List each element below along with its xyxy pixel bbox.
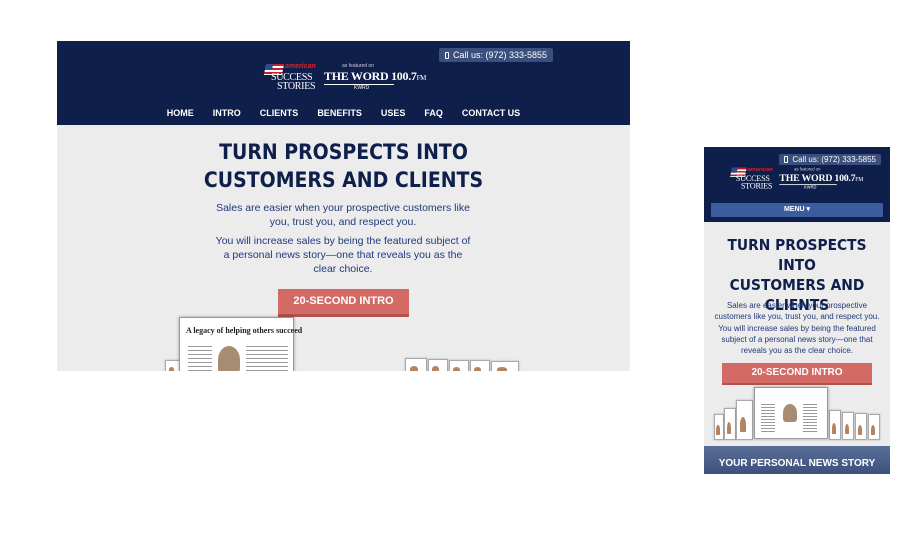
nav-faq[interactable]: FAQ [424,108,443,118]
nav-benefits[interactable]: BENEFITS [317,108,362,118]
nav-intro[interactable]: INTRO [213,108,241,118]
mobile-section-banner: YOUR PERSONAL NEWS STORY [704,446,890,474]
mobile-preview: Call us: (972) 333-5855 american SUCCESS… [704,147,890,474]
nav-home[interactable]: HOME [167,108,194,118]
call-us-button[interactable]: Call us: (972) 333-5855 [438,48,553,62]
hero-title-line2: CUSTOMERS AND CLIENTS [203,168,484,192]
mobile-call-us-label: Call us: (972) 333-5855 [792,155,876,164]
newspaper-thumb [868,414,880,440]
portrait-photo [783,404,797,422]
call-sign-text: KWRD [354,85,370,91]
american-success-stories-logo[interactable]: american SUCCESS STORIES [730,167,774,192]
newspaper-headline: A legacy of helping others succeed [186,326,303,335]
newspaper-column [803,404,817,434]
call-us-label: Call us: (972) 333-5855 [452,50,547,60]
newspaper-thumb [491,361,519,371]
nav-clients[interactable]: CLIENTS [260,108,299,118]
portrait-photo [218,346,240,371]
mobile-hero-title-line2: CUSTOMERS AND [729,276,865,294]
mobile-hero-paragraph-2: You will increase sales by being the fea… [718,324,876,355]
fm-text: FM [855,176,864,183]
fm-text: FM [416,74,427,82]
mobile-header-logos[interactable]: american SUCCESS STORIES as featured on … [730,167,863,192]
mobile-menu-button[interactable]: MENU ▾ [711,203,883,217]
screenshot-stage: Call us: (972) 333-5855 american SUCCESS… [0,0,920,539]
the-word-radio-logo: as featured on THE WORD 100.7FM KWRD [324,63,426,93]
the-word-radio-logo: as featured on THE WORD 100.7FM KWRD [779,167,863,192]
mobile-header: Call us: (972) 333-5855 american SUCCESS… [704,147,890,222]
newspaper-thumb [736,400,753,440]
mobile-call-us-button[interactable]: Call us: (972) 333-5855 [779,154,881,165]
newspaper-column [270,346,288,371]
intro-video-button[interactable]: 20-SECOND INTRO [278,289,409,314]
newspaper-column [761,404,775,434]
logo-stories-text: STORIES [277,81,316,92]
hero-paragraph-2: You will increase sales by being the fea… [215,235,471,275]
american-success-stories-logo[interactable]: american SUCCESS STORIES [263,63,317,93]
newspaper-thumb [428,359,448,371]
newspaper-thumb [842,412,854,440]
logo-stories-text: STORIES [740,181,773,191]
mobile-hero-title-line1: TURN PROSPECTS INTO [727,236,867,274]
header-logos[interactable]: american SUCCESS STORIES as featured on … [263,63,426,93]
mobile-featured-newspaper [754,387,828,439]
newspaper-column [246,346,270,371]
the-word-main: THE WORD 100.7 [324,69,417,83]
the-word-main: THE WORD 100.7 [779,171,856,184]
newspaper-thumb [449,360,469,371]
newspaper-thumb [470,360,490,371]
mobile-intro-video-button[interactable]: 20-SECOND INTRO [722,363,872,383]
hero-title: TURN PROSPECTS INTO CUSTOMERS AND CLIENT… [86,138,602,194]
newspaper-column [188,346,212,371]
hero-title-line1: TURN PROSPECTS INTO [219,140,468,164]
desktop-preview: Call us: (972) 333-5855 american SUCCESS… [57,41,630,371]
the-word-text: THE WORD 100.7FM [324,69,426,84]
featured-newspaper: A legacy of helping others succeed [179,317,302,371]
logo-american-text: american [285,63,316,70]
the-word-text: THE WORD 100.7FM [779,172,863,184]
nav-contact-us[interactable]: CONTACT US [462,108,520,118]
logo-american-text: american [747,167,773,173]
newspaper-thumb [855,413,867,440]
newspaper-thumb [724,408,736,440]
newspaper-thumb [714,414,724,440]
phone-icon [444,52,449,59]
main-nav: HOME INTRO CLIENTS BENEFITS USES FAQ CON… [57,108,630,118]
nav-uses[interactable]: USES [381,108,406,118]
call-sign-text: KWRD [803,185,817,190]
mobile-newspaper-collage [714,385,880,440]
desktop-header: Call us: (972) 333-5855 american SUCCESS… [57,41,630,125]
phone-icon [784,156,789,163]
mobile-hero-paragraph-1: Sales are easier when your prospective c… [714,301,880,321]
newspaper-thumb [829,410,841,440]
newspaper-thumb [405,358,427,371]
hero-paragraph-1: Sales are easier when your prospective c… [216,202,470,228]
